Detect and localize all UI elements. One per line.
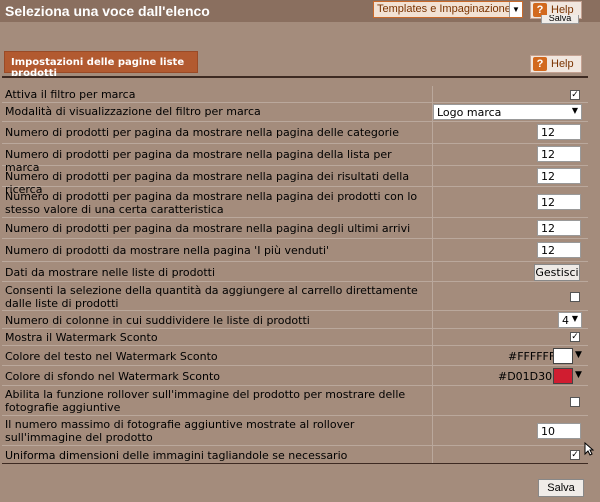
brand-filter-checkbox[interactable]: ✓ <box>570 90 580 100</box>
setting-row: Modalità di visualizzazione del filtro p… <box>2 103 588 122</box>
setting-label: Numero di prodotti da mostrare nella pag… <box>5 244 330 257</box>
columns-select[interactable]: 4 ▼ <box>558 312 582 328</box>
discount-watermark-checkbox[interactable]: ✓ <box>570 332 580 342</box>
chevron-down-icon: ▼ <box>571 106 578 115</box>
section-divider <box>2 76 588 78</box>
settings-list: Attiva il filtro per marca ✓ Modalità di… <box>2 86 588 464</box>
chevron-down-icon: ▼ <box>571 314 578 323</box>
background-color-swatch[interactable] <box>553 368 573 384</box>
setting-row: Numero di prodotti per pagina da mostrar… <box>2 187 588 218</box>
quantity-selection-checkbox[interactable] <box>570 292 580 302</box>
setting-label: Numero di colonne in cui suddividere le … <box>5 314 310 327</box>
section-title: Impostazioni delle pagine liste prodotti <box>4 51 198 79</box>
setting-row: Attiva il filtro per marca ✓ <box>2 86 588 103</box>
setting-row: Numero di prodotti per pagina da mostrar… <box>2 218 588 239</box>
rollover-max-photos-input[interactable]: 10 <box>537 423 581 439</box>
setting-label: Colore di sfondo nel Watermark Sconto <box>5 370 221 383</box>
chevron-down-icon[interactable]: ▼ <box>509 2 522 17</box>
products-per-page-feature-input[interactable]: 12 <box>537 194 581 210</box>
setting-label: Numero di prodotti per pagina da mostrar… <box>5 190 418 216</box>
setting-label: Modalità di visualizzazione del filtro p… <box>5 105 261 118</box>
setting-row: Mostra il Watermark Sconto ✓ <box>2 329 588 346</box>
products-per-page-search-input[interactable]: 12 <box>537 168 581 184</box>
setting-label: Numero di prodotti per pagina da mostrar… <box>5 126 399 139</box>
save-button[interactable]: Salva <box>538 479 584 497</box>
brand-filter-mode-value: Logo marca <box>437 106 502 119</box>
setting-label: Dati da mostrare nelle liste di prodotti <box>5 266 216 279</box>
products-per-page-new-arrivals-input[interactable]: 12 <box>537 220 581 236</box>
save-button-top[interactable]: Salva <box>541 15 579 24</box>
products-per-page-brand-input[interactable]: 12 <box>537 146 581 162</box>
background-color-hex: #D01D30 <box>498 370 553 383</box>
setting-label: Numero di prodotti per pagina da mostrar… <box>5 222 411 235</box>
manage-button[interactable]: Gestisci <box>534 264 580 281</box>
text-color-hex: #FFFFFF <box>508 350 556 363</box>
setting-row: Abilita la funzione rollover sull'immagi… <box>2 386 588 416</box>
setting-label: Uniforma dimensioni delle immagini tagli… <box>5 449 348 462</box>
columns-value: 4 <box>562 314 569 327</box>
setting-row: Dati da mostrare nelle liste di prodotti… <box>2 262 588 282</box>
chevron-down-icon[interactable]: ▼ <box>575 350 582 360</box>
setting-label: Attiva il filtro per marca <box>5 88 136 101</box>
setting-label: Colore del testo nel Watermark Sconto <box>5 350 218 363</box>
chevron-down-icon[interactable]: ▼ <box>575 370 582 380</box>
setting-row: Numero di colonne in cui suddividere le … <box>2 311 588 329</box>
setting-row: Numero di prodotti per pagina da mostrar… <box>2 166 588 196</box>
setting-row: Numero di prodotti da mostrare nella pag… <box>2 239 588 262</box>
setting-row: Colore del testo nel Watermark Sconto #F… <box>2 346 588 366</box>
help-label: Help <box>551 58 574 70</box>
bestsellers-count-input[interactable]: 12 <box>537 242 581 258</box>
help-button-section[interactable]: ? Help <box>530 55 582 73</box>
products-per-page-categories-input[interactable]: 12 <box>537 124 581 140</box>
brand-filter-mode-select[interactable]: Logo marca ▼ <box>433 104 582 120</box>
setting-row: Il numero massimo di fotografie aggiunti… <box>2 416 588 446</box>
text-color-swatch[interactable] <box>553 348 573 364</box>
question-icon: ? <box>533 57 547 71</box>
setting-row: Numero di prodotti per pagina da mostrar… <box>2 144 588 174</box>
section-select-value: Templates e Impaginazione <box>377 3 511 15</box>
setting-row: Uniforma dimensioni delle immagini tagli… <box>2 446 588 464</box>
page-title: Seleziona una voce dall'elenco <box>5 3 210 19</box>
setting-row: Numero di prodotti per pagina da mostrar… <box>2 122 588 144</box>
setting-row: Consenti la selezione della quantità da … <box>2 282 588 311</box>
setting-row: Colore di sfondo nel Watermark Sconto #D… <box>2 366 588 386</box>
setting-label: Consenti la selezione della quantità da … <box>5 284 418 310</box>
setting-label: Abilita la funzione rollover sull'immagi… <box>5 388 406 414</box>
setting-label: Mostra il Watermark Sconto <box>5 331 158 344</box>
mouse-cursor-icon <box>584 442 594 456</box>
section-select[interactable]: Templates e Impaginazione ▼ <box>373 1 523 18</box>
setting-label: Il numero massimo di fotografie aggiunti… <box>5 418 355 444</box>
rollover-checkbox[interactable] <box>570 397 580 407</box>
crop-images-checkbox[interactable]: ✓ <box>570 450 580 460</box>
